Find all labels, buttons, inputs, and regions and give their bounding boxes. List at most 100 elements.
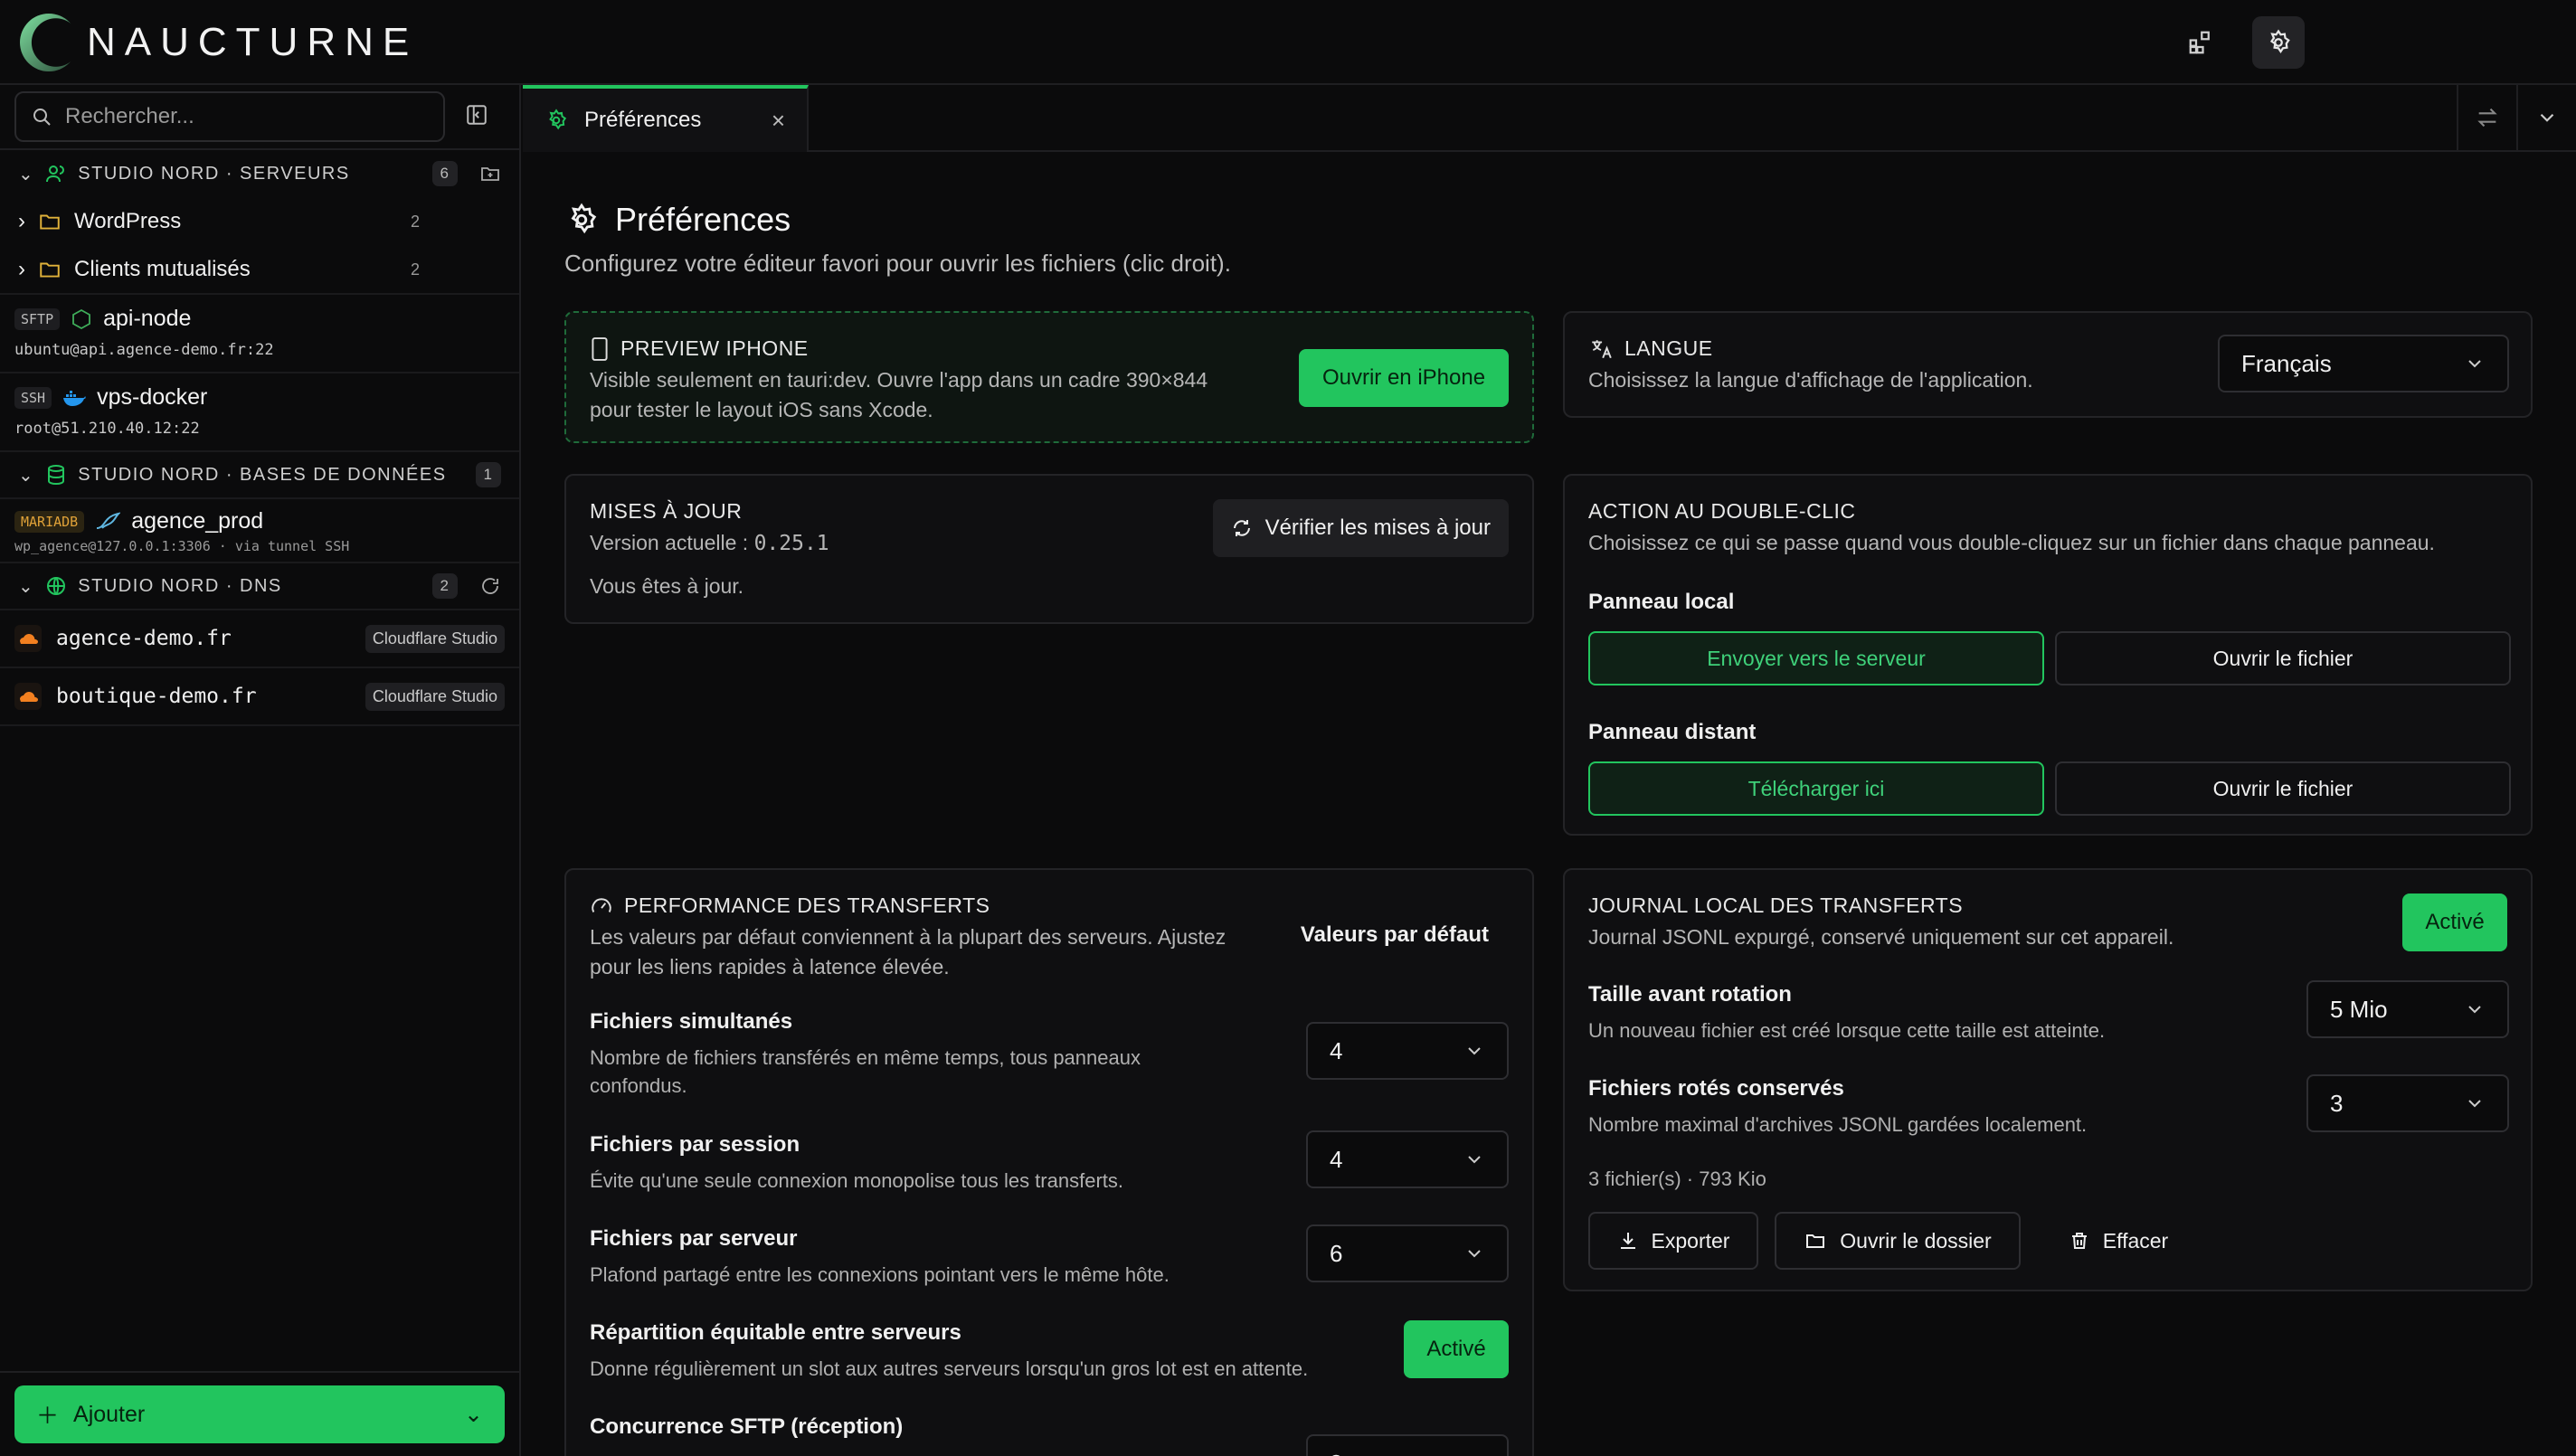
card-title: JOURNAL LOCAL DES TRANSFERTS xyxy=(1588,893,1964,917)
kept-files-select[interactable]: 3 xyxy=(2306,1074,2509,1132)
gear-icon xyxy=(549,109,567,130)
tab-bar: Préférences × xyxy=(523,85,2576,152)
database-icon xyxy=(48,465,65,486)
sftp-concurrency-select[interactable]: 8 xyxy=(1306,1434,1509,1456)
globe-icon xyxy=(47,577,66,595)
transfer-log-toggle[interactable]: Activé xyxy=(2402,893,2507,951)
local-send-option[interactable]: Envoyer vers le serveur xyxy=(1588,631,2044,685)
database-agence-prod[interactable]: MARIADB agence_prod wp_agence@127.0.0.1:… xyxy=(0,499,519,563)
add-button[interactable]: ＋ Ajouter ⌄ xyxy=(14,1385,505,1443)
chevron-down-icon xyxy=(1468,1047,1481,1055)
cloudflare-icon xyxy=(14,625,42,652)
sidebar: Rechercher... ⌄ STUDIO NORD · SERVEURS 6… xyxy=(0,85,521,1456)
card-desc: Les valeurs par défaut conviennent à la … xyxy=(590,925,1226,979)
folder-clients[interactable]: › Clients mutualisés 2 xyxy=(0,246,519,295)
kept-files-desc: Nombre maximal d'archives JSONL gardées … xyxy=(1588,1113,2088,1136)
dns-provider-tag: Cloudflare Studio xyxy=(365,624,505,653)
mariadb-icon xyxy=(97,511,121,529)
chevron-down-icon: ⌄ xyxy=(18,465,35,486)
node-icon xyxy=(72,308,91,329)
protocol-badge: SFTP xyxy=(14,307,61,330)
dns-zone-name: agence-demo.fr xyxy=(56,627,232,650)
chevron-down-icon xyxy=(1468,1156,1481,1164)
export-log-button[interactable]: Exporter xyxy=(1588,1212,1758,1270)
chevron-down-icon xyxy=(2468,360,2481,368)
clear-log-button[interactable]: Effacer xyxy=(2037,1212,2200,1270)
group-count: 2 xyxy=(432,573,458,599)
remote-download-option[interactable]: Télécharger ici xyxy=(1588,761,2044,816)
files-per-session-select[interactable]: 4 xyxy=(1306,1130,1509,1188)
settings-button[interactable] xyxy=(2252,16,2305,69)
remote-open-option[interactable]: Ouvrir le fichier xyxy=(2055,761,2511,816)
card-desc: Choisissez la langue d'affichage de l'ap… xyxy=(1588,368,2033,392)
files-per-server-select[interactable]: 6 xyxy=(1306,1224,1509,1282)
simultaneous-files-select[interactable]: 4 xyxy=(1306,1022,1509,1080)
double-click-card: ACTION AU DOUBLE-CLIC Choisissez ce qui … xyxy=(1563,474,2533,836)
folder-icon xyxy=(40,262,60,278)
card-title: PREVIEW IPHONE xyxy=(590,336,809,361)
group-count: 6 xyxy=(432,161,458,186)
tab-preferences[interactable]: Préférences × xyxy=(523,85,809,152)
swap-panels-button[interactable] xyxy=(2457,85,2516,150)
update-status: Vous êtes à jour. xyxy=(590,574,744,598)
tab-menu-button[interactable] xyxy=(2516,85,2576,150)
folder-plus-icon[interactable] xyxy=(479,163,501,184)
files-per-session-desc: Évite qu'une seule connexion monopolise … xyxy=(590,1169,1123,1192)
plus-icon: ＋ xyxy=(36,1404,60,1429)
dns-provider-tag: Cloudflare Studio xyxy=(365,682,505,711)
page-title: Préférences xyxy=(564,201,791,239)
connection-name: vps-docker xyxy=(97,384,208,410)
group-servers[interactable]: ⌄ STUDIO NORD · SERVEURS 6 xyxy=(0,150,519,197)
transfer-performance-card: PERFORMANCE DES TRANSFERTS Les valeurs p… xyxy=(564,868,1534,1456)
language-card: LANGUE Choisissez la langue d'affichage … xyxy=(1563,311,2533,418)
widgets-button[interactable] xyxy=(2174,16,2227,69)
swap-icon xyxy=(2477,108,2497,128)
dns-zone-agence[interactable]: agence-demo.fr Cloudflare Studio xyxy=(0,610,519,668)
add-label: Ajouter xyxy=(73,1401,146,1427)
cloudflare-icon xyxy=(14,683,42,710)
connection-host: root@51.210.40.12:22 xyxy=(14,420,200,438)
group-label: STUDIO NORD · BASES DE DONNÉES xyxy=(78,464,447,485)
folder-wordpress[interactable]: › WordPress 2 xyxy=(0,197,519,246)
protocol-badge: SSH xyxy=(14,386,52,409)
folder-count: 2 xyxy=(410,260,420,279)
group-dns[interactable]: ⌄ STUDIO NORD · DNS 2 xyxy=(0,563,519,610)
check-updates-button[interactable]: Vérifier les mises à jour xyxy=(1212,499,1509,557)
users-icon xyxy=(46,165,65,183)
connection-api-node[interactable]: SFTP api-node ubuntu@api.agence-demo.fr:… xyxy=(0,295,519,373)
sidebar-toggle-button[interactable] xyxy=(465,103,488,131)
open-log-folder-button[interactable]: Ouvrir le dossier xyxy=(1775,1212,2021,1270)
chevron-down-icon xyxy=(1463,1452,1485,1456)
translate-icon xyxy=(1592,339,1612,358)
rotation-size-select[interactable]: 5 Mio xyxy=(2306,980,2509,1038)
search-input[interactable]: Rechercher... xyxy=(14,91,445,142)
group-databases[interactable]: ⌄ STUDIO NORD · BASES DE DONNÉES 1 xyxy=(0,452,519,499)
open-iphone-button[interactable]: Ouvrir en iPhone xyxy=(1299,349,1509,407)
simultaneous-files-desc: Nombre de fichiers transférés en même te… xyxy=(590,1046,1141,1097)
protocol-badge: MARIADB xyxy=(14,510,85,533)
local-open-option[interactable]: Ouvrir le fichier xyxy=(2055,631,2511,685)
group-label: STUDIO NORD · DNS xyxy=(78,575,282,596)
fair-share-desc: Donne régulièrement un slot aux autres s… xyxy=(590,1357,1309,1380)
refresh-icon[interactable] xyxy=(479,575,501,597)
card-title: LANGUE xyxy=(1588,336,1713,361)
preferences-page: Préférences Configurez votre éditeur fav… xyxy=(523,154,2576,1456)
transfer-log-card: JOURNAL LOCAL DES TRANSFERTS Journal JSO… xyxy=(1563,868,2533,1291)
updates-card: MISES À JOUR Version actuelle : 0.25.1 V… xyxy=(564,474,1534,624)
close-icon[interactable]: × xyxy=(772,107,785,135)
connection-host: wp_agence@127.0.0.1:3306 · via tunnel SS… xyxy=(14,538,350,554)
fair-share-toggle[interactable]: Activé xyxy=(1404,1320,1509,1378)
card-desc: Choisissez ce qui se passe quand vous do… xyxy=(1588,531,2435,554)
phone-icon xyxy=(592,336,608,361)
chevron-right-icon: › xyxy=(18,209,25,233)
card-desc: Visible seulement en tauri:dev. Ouvre l'… xyxy=(590,368,1208,421)
language-select[interactable]: Français xyxy=(2218,335,2509,392)
logo-mark-icon xyxy=(20,14,78,71)
dns-zone-boutique[interactable]: boutique-demo.fr Cloudflare Studio xyxy=(0,668,519,726)
reset-defaults-button[interactable]: Valeurs par défaut xyxy=(1301,922,1489,948)
folder-icon xyxy=(40,214,60,230)
card-title: ACTION AU DOUBLE-CLIC xyxy=(1588,499,1856,523)
chevron-down-icon xyxy=(2540,113,2554,122)
connection-vps-docker[interactable]: SSH vps-docker root@51.210.40.12:22 xyxy=(0,373,519,452)
gear-icon xyxy=(2269,29,2290,54)
